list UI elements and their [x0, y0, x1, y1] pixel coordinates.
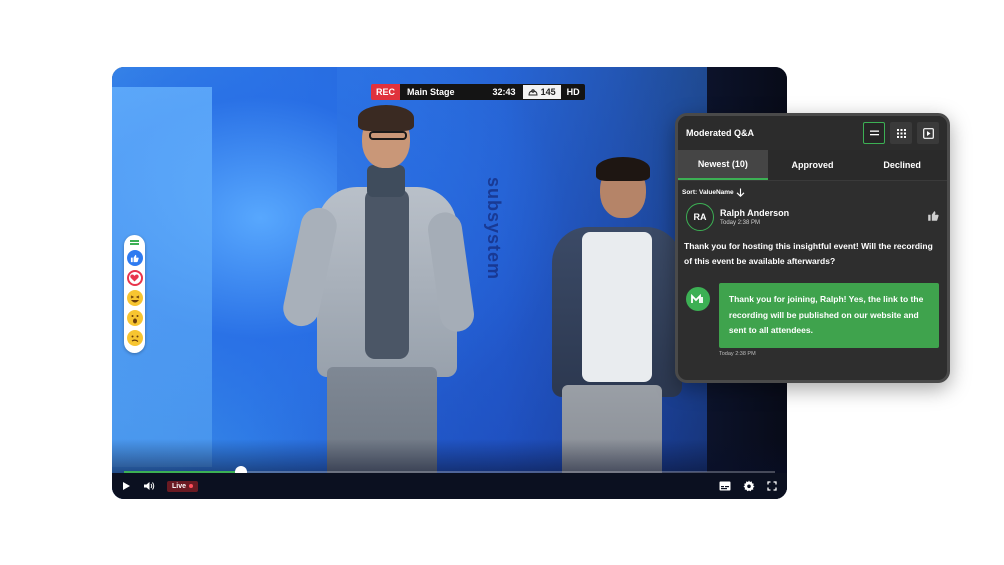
viewer-count: 145 [521, 84, 562, 100]
tab-approved[interactable]: Approved [768, 150, 858, 180]
grid-view-icon [896, 128, 906, 138]
grid-view-button[interactable] [890, 122, 912, 144]
present-button[interactable] [917, 122, 939, 144]
viewers-icon [528, 88, 538, 95]
presenter-1-glasses [369, 131, 407, 140]
qa-tabs: Newest (10) Approved Declined [678, 150, 947, 181]
arrow-down-icon [736, 188, 745, 197]
gear-icon[interactable] [743, 480, 755, 492]
presenter-1-neck [367, 165, 405, 197]
present-icon [922, 127, 934, 139]
stage-backdrop-text: subsystem [484, 177, 504, 281]
question-author: Ralph Anderson [720, 208, 790, 218]
quality-badge[interactable]: HD [561, 84, 585, 100]
live-indicator-icon [189, 484, 194, 488]
fullscreen-icon[interactable] [767, 481, 777, 491]
rec-badge: REC [371, 84, 401, 100]
player-controls: Live [112, 473, 787, 499]
list-view-icon [869, 130, 879, 136]
answer-row: Thank you for joining, Ralph! Yes, the l… [678, 269, 947, 348]
thumbs-up-icon[interactable] [927, 210, 939, 225]
play-icon[interactable] [122, 481, 131, 491]
answer-bubble: Thank you for joining, Ralph! Yes, the l… [718, 283, 939, 348]
laugh-reaction-icon[interactable] [126, 290, 143, 306]
confused-reaction-icon[interactable] [126, 330, 143, 346]
sort-label: Sort: ValueName [682, 189, 734, 196]
live-badge: Live [167, 480, 199, 492]
moderated-qa-panel: Moderated Q&A Newest (10) Approved Decli… [675, 113, 950, 383]
stream-status-bar: REC Main Stage 32:43 145 HD [371, 84, 585, 100]
tab-newest[interactable]: Newest (10) [678, 150, 768, 180]
live-label: Live [172, 482, 187, 490]
viewer-count-value: 145 [540, 87, 556, 97]
like-reaction-icon[interactable] [126, 250, 143, 266]
presenter-1-shirt [365, 189, 409, 359]
sort-control[interactable]: Sort: ValueName [678, 181, 947, 197]
love-reaction-icon[interactable] [126, 270, 143, 286]
presenter-2-shirt [582, 232, 652, 382]
question-text: Thank you for hosting this insightful ev… [684, 241, 933, 266]
reactions-menu-icon[interactable] [130, 240, 139, 245]
elapsed-time: 32:43 [464, 84, 522, 100]
question-time: Today 2:38 PM [720, 220, 761, 226]
avatar: RA [686, 203, 714, 231]
wow-reaction-icon[interactable] [126, 310, 143, 326]
qa-panel-title: Moderated Q&A [686, 128, 755, 138]
stage-name: Main Stage [400, 84, 465, 100]
question-meta: Ralph Anderson Today 2:38 PM [720, 208, 927, 226]
tab-declined[interactable]: Declined [857, 150, 947, 180]
volume-icon[interactable] [143, 481, 155, 491]
presenter-2-hair [596, 157, 650, 181]
reactions-bar [124, 235, 145, 353]
qa-panel-header: Moderated Q&A [678, 116, 947, 150]
question-header: RA Ralph Anderson Today 2:38 PM [678, 197, 947, 231]
list-view-button[interactable] [863, 122, 885, 144]
moderator-logo-icon [686, 287, 710, 311]
captions-icon[interactable] [719, 481, 731, 491]
answer-time: Today 2:38 PM [719, 350, 756, 357]
presenter-1-hair [358, 105, 414, 131]
